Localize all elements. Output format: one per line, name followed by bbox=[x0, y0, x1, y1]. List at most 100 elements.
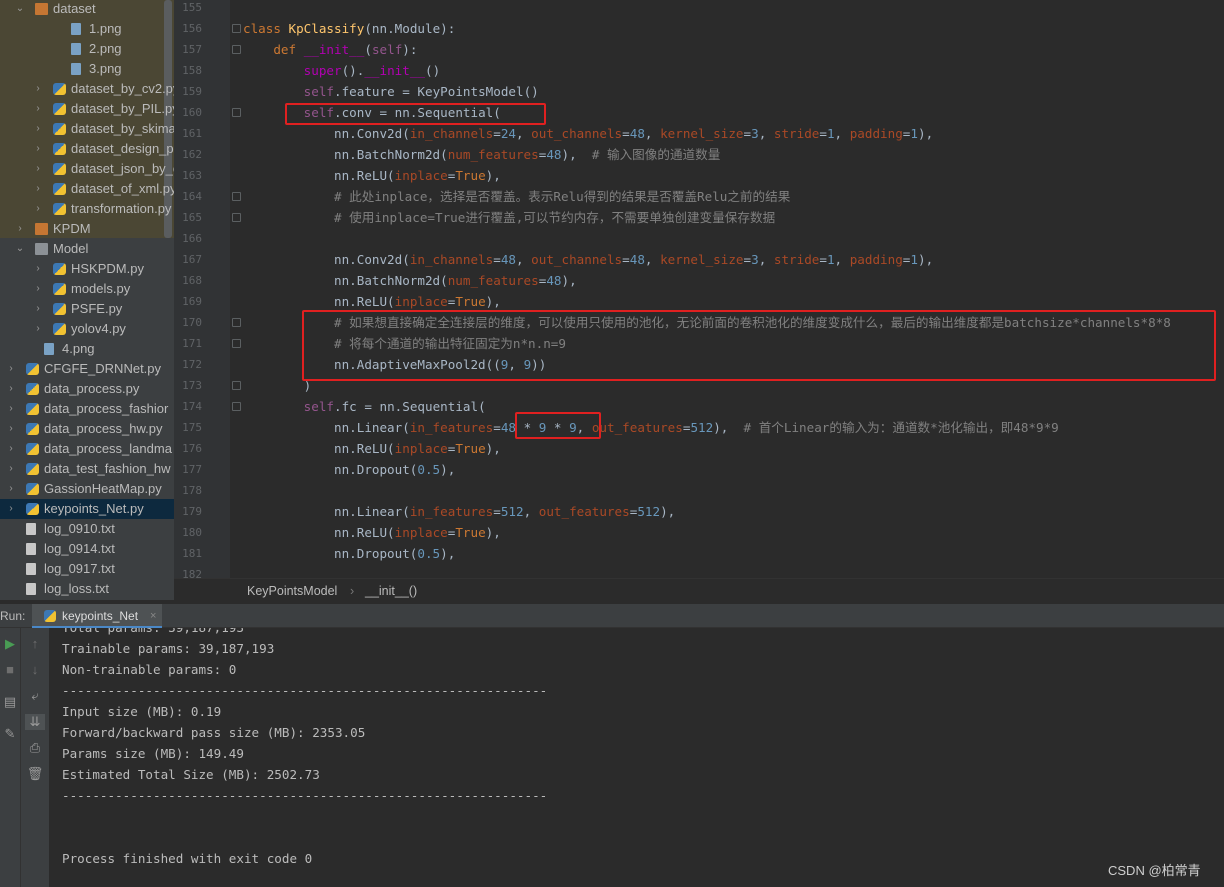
python-file-icon bbox=[53, 103, 66, 115]
tree-item[interactable]: › dataset_design_p bbox=[0, 139, 174, 159]
close-icon[interactable]: × bbox=[150, 604, 156, 628]
chevron-right-icon[interactable]: › bbox=[32, 159, 44, 179]
fold-icon[interactable] bbox=[232, 108, 241, 117]
tree-item[interactable]: › CFGFE_DRNNet.py bbox=[0, 359, 174, 379]
tree-item[interactable]: › dataset_json_by_c bbox=[0, 159, 174, 179]
code-token: out_features bbox=[591, 420, 683, 435]
tree-item-label: GassionHeatMap.py bbox=[44, 481, 162, 496]
pin-icon[interactable]: ✎ bbox=[0, 726, 20, 742]
tree-item-label: dataset_of_xml.py bbox=[71, 181, 174, 196]
chevron-right-icon[interactable]: › bbox=[5, 419, 17, 439]
line-number: 157 bbox=[182, 43, 202, 56]
run-tab[interactable]: keypoints_Net × bbox=[32, 604, 162, 628]
tree-item[interactable]: 3.png bbox=[0, 59, 174, 79]
tree-item[interactable]: › GassionHeatMap.py bbox=[0, 479, 174, 499]
code-token: KpClassify bbox=[288, 21, 365, 36]
line-number: 166 bbox=[182, 232, 202, 245]
tree-item[interactable]: › data_process.py bbox=[0, 379, 174, 399]
python-file-icon bbox=[53, 263, 66, 275]
chevron-right-icon[interactable]: › bbox=[5, 379, 17, 399]
tree-item[interactable]: log_0917.txt bbox=[0, 559, 174, 579]
tree-item[interactable]: › keypoints_Net.py bbox=[0, 499, 174, 519]
tree-item[interactable]: › dataset_by_cv2.py bbox=[0, 79, 174, 99]
code-token: True bbox=[455, 294, 486, 309]
chevron-right-icon[interactable]: › bbox=[32, 179, 44, 199]
up-arrow-icon[interactable]: ↑ bbox=[25, 636, 45, 652]
fold-icon[interactable] bbox=[232, 381, 241, 390]
tree-item[interactable]: 1.png bbox=[0, 19, 174, 39]
tree-item[interactable]: › dataset_by_skima bbox=[0, 119, 174, 139]
fold-icon[interactable] bbox=[232, 192, 241, 201]
tree-item[interactable]: log_0914.txt bbox=[0, 539, 174, 559]
code-token: # 首个Linear的输入为：通道数*池化输出，即48*9*9 bbox=[743, 420, 1059, 435]
line-number: 180 bbox=[182, 526, 202, 539]
fold-icon[interactable] bbox=[232, 213, 241, 222]
tree-item[interactable]: › transformation.py bbox=[0, 199, 174, 219]
fold-icon[interactable] bbox=[232, 45, 241, 54]
chevron-right-icon[interactable]: › bbox=[5, 359, 17, 379]
chevron-right-icon[interactable]: › bbox=[14, 219, 26, 239]
tree-item[interactable]: › HSKPDM.py bbox=[0, 259, 174, 279]
fold-icon[interactable] bbox=[232, 318, 241, 327]
chevron-right-icon[interactable]: › bbox=[5, 399, 17, 419]
tree-item[interactable]: log_0910.txt bbox=[0, 519, 174, 539]
chevron-right-icon[interactable]: › bbox=[32, 99, 44, 119]
tree-item[interactable]: ⌄ dataset bbox=[0, 0, 174, 19]
chevron-right-icon[interactable]: › bbox=[32, 299, 44, 319]
tree-item[interactable]: › data_process_fashior bbox=[0, 399, 174, 419]
tree-item[interactable]: › KPDM bbox=[0, 219, 174, 239]
breadcrumb-method[interactable]: __init__() bbox=[365, 579, 417, 603]
chevron-down-icon[interactable]: ⌄ bbox=[14, 0, 26, 19]
code-token: nn.BatchNorm2d( bbox=[243, 273, 448, 288]
tree-item[interactable]: › dataset_of_xml.py bbox=[0, 179, 174, 199]
tree-item-label: dataset_design_p bbox=[71, 141, 174, 156]
scroll-to-end-icon[interactable]: ⇊ bbox=[25, 714, 45, 730]
chevron-right-icon[interactable]: › bbox=[5, 459, 17, 479]
stop-icon[interactable]: ■ bbox=[0, 662, 20, 678]
tree-item[interactable]: › data_test_fashion_hw bbox=[0, 459, 174, 479]
chevron-right-icon[interactable]: › bbox=[5, 439, 17, 459]
python-file-icon bbox=[53, 123, 66, 135]
chevron-right-icon[interactable]: › bbox=[32, 279, 44, 299]
tree-item[interactable]: › data_process_landma bbox=[0, 439, 174, 459]
chevron-right-icon[interactable]: › bbox=[32, 319, 44, 339]
code-token: 48 bbox=[546, 147, 562, 162]
tree-item[interactable]: 4.png bbox=[0, 339, 174, 359]
trash-icon[interactable]: 🗑 bbox=[25, 766, 45, 782]
chevron-right-icon[interactable]: › bbox=[32, 199, 44, 219]
tree-item[interactable]: › yolov4.py bbox=[0, 319, 174, 339]
tree-item[interactable]: › dataset_by_PIL.py bbox=[0, 99, 174, 119]
code-token: nn.BatchNorm2d( bbox=[243, 147, 448, 162]
chevron-right-icon[interactable]: › bbox=[5, 499, 17, 519]
chevron-right-icon[interactable]: › bbox=[32, 259, 44, 279]
chevron-down-icon[interactable]: ⌄ bbox=[14, 239, 26, 259]
tree-item[interactable]: ⌄ Model bbox=[0, 239, 174, 259]
tree-item[interactable]: › data_process_hw.py bbox=[0, 419, 174, 439]
tree-item-label: KPDM bbox=[53, 221, 91, 236]
chevron-right-icon[interactable]: › bbox=[5, 479, 17, 499]
code-line: nn.Dropout(0.5), bbox=[243, 543, 455, 564]
tree-item-label: data_process_fashior bbox=[44, 401, 169, 416]
code-token: nn.Conv2d( bbox=[243, 252, 410, 267]
line-number: 161 bbox=[182, 127, 202, 140]
chevron-right-icon[interactable]: › bbox=[32, 79, 44, 99]
tree-item[interactable]: › models.py bbox=[0, 279, 174, 299]
fold-icon[interactable] bbox=[232, 402, 241, 411]
down-arrow-icon[interactable]: ↓ bbox=[25, 662, 45, 678]
breadcrumb-class[interactable]: KeyPointsModel bbox=[247, 579, 337, 603]
chevron-right-icon[interactable]: › bbox=[32, 139, 44, 159]
chevron-right-icon[interactable]: › bbox=[32, 119, 44, 139]
tree-item[interactable]: log_loss.txt bbox=[0, 579, 174, 599]
fold-icon[interactable] bbox=[232, 339, 241, 348]
soft-wrap-icon[interactable]: ⤶ bbox=[25, 688, 45, 704]
tree-item[interactable]: 2.png bbox=[0, 39, 174, 59]
layout-icon[interactable]: ▤ bbox=[0, 694, 20, 710]
print-icon[interactable]: ⎙ bbox=[25, 740, 45, 756]
python-file-icon bbox=[53, 163, 66, 175]
line-number: 178 bbox=[182, 484, 202, 497]
tree-item[interactable]: › PSFE.py bbox=[0, 299, 174, 319]
rerun-icon[interactable]: ▶ bbox=[0, 636, 20, 652]
code-token: in_channels bbox=[409, 126, 494, 141]
fold-icon[interactable] bbox=[232, 24, 241, 33]
code-token: nn.ReLU( bbox=[243, 168, 395, 183]
